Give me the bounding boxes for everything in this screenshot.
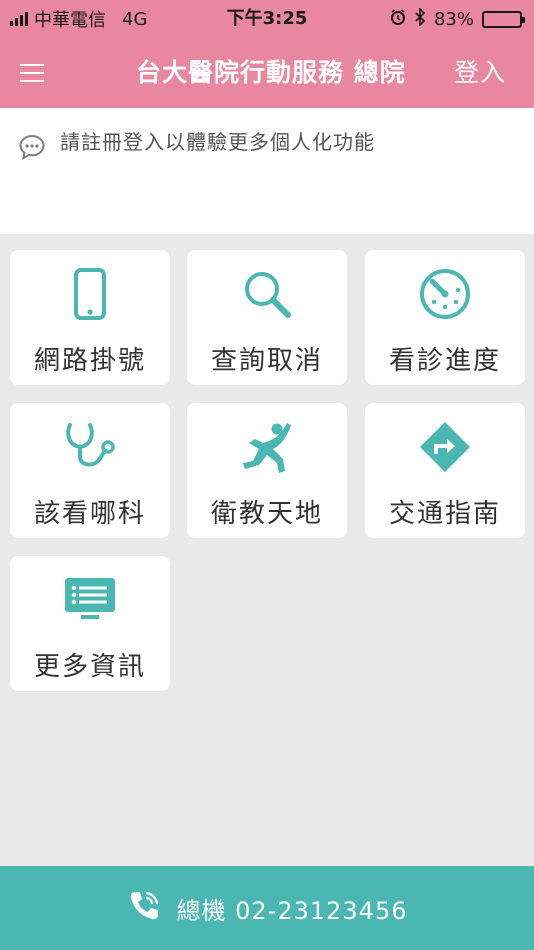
directions-icon xyxy=(365,417,525,477)
battery-percent: 83% xyxy=(433,8,474,30)
login-button[interactable]: 登入 xyxy=(454,38,506,108)
chat-bubble-icon xyxy=(18,133,46,165)
phone-call-icon xyxy=(127,889,161,927)
switchboard-call-bar[interactable]: 總機 02-23123456 xyxy=(0,866,534,950)
alarm-icon xyxy=(390,8,406,30)
nav-bar: 台大醫院行動服務 總院 登入 xyxy=(0,38,534,108)
carrier-label: 中華電信 xyxy=(34,10,106,31)
tile-label: 衛教天地 xyxy=(210,499,323,529)
tile-online-registration[interactable]: 網路掛號 xyxy=(10,250,170,385)
progress-clock-icon xyxy=(365,264,525,324)
tile-label: 看診進度 xyxy=(388,346,501,376)
network-label: 4G xyxy=(122,8,148,30)
tile-label: 該看哪科 xyxy=(33,499,146,529)
status-right: 83% xyxy=(390,0,525,38)
bluetooth-icon xyxy=(414,6,426,31)
tile-transport-guide[interactable]: 交通指南 xyxy=(365,403,525,538)
menu-icon[interactable] xyxy=(20,56,60,90)
notice-text: 請註冊登入以體驗更多個人化功能 xyxy=(60,130,375,154)
battery-icon xyxy=(482,10,525,28)
status-bar: 中華電信 4G 下午3:25 83% xyxy=(0,0,534,38)
register-notice[interactable]: 請註冊登入以體驗更多個人化功能 xyxy=(0,108,534,234)
tile-clinic-progress[interactable]: 看診進度 xyxy=(365,250,525,385)
switchboard-number: 總機 02-23123456 xyxy=(176,896,408,925)
tile-more-info[interactable]: 更多資訊 xyxy=(10,556,170,691)
monitor-icon xyxy=(10,570,170,630)
tile-label: 交通指南 xyxy=(388,499,501,529)
search-icon xyxy=(187,264,347,324)
tile-label: 更多資訊 xyxy=(33,652,146,682)
tile-health-education[interactable]: 衛教天地 xyxy=(187,403,347,538)
phone-icon xyxy=(10,264,170,324)
signal-icon xyxy=(10,12,28,26)
tile-label: 查詢取消 xyxy=(210,346,323,376)
status-left: 中華電信 4G xyxy=(10,0,147,38)
tile-query-cancel[interactable]: 查詢取消 xyxy=(187,250,347,385)
page-title: 台大醫院行動服務 總院 xyxy=(136,58,406,87)
tile-label: 網路掛號 xyxy=(33,346,146,376)
stethoscope-icon xyxy=(10,417,170,477)
tile-which-department[interactable]: 該看哪科 xyxy=(10,403,170,538)
runner-icon xyxy=(187,417,347,477)
